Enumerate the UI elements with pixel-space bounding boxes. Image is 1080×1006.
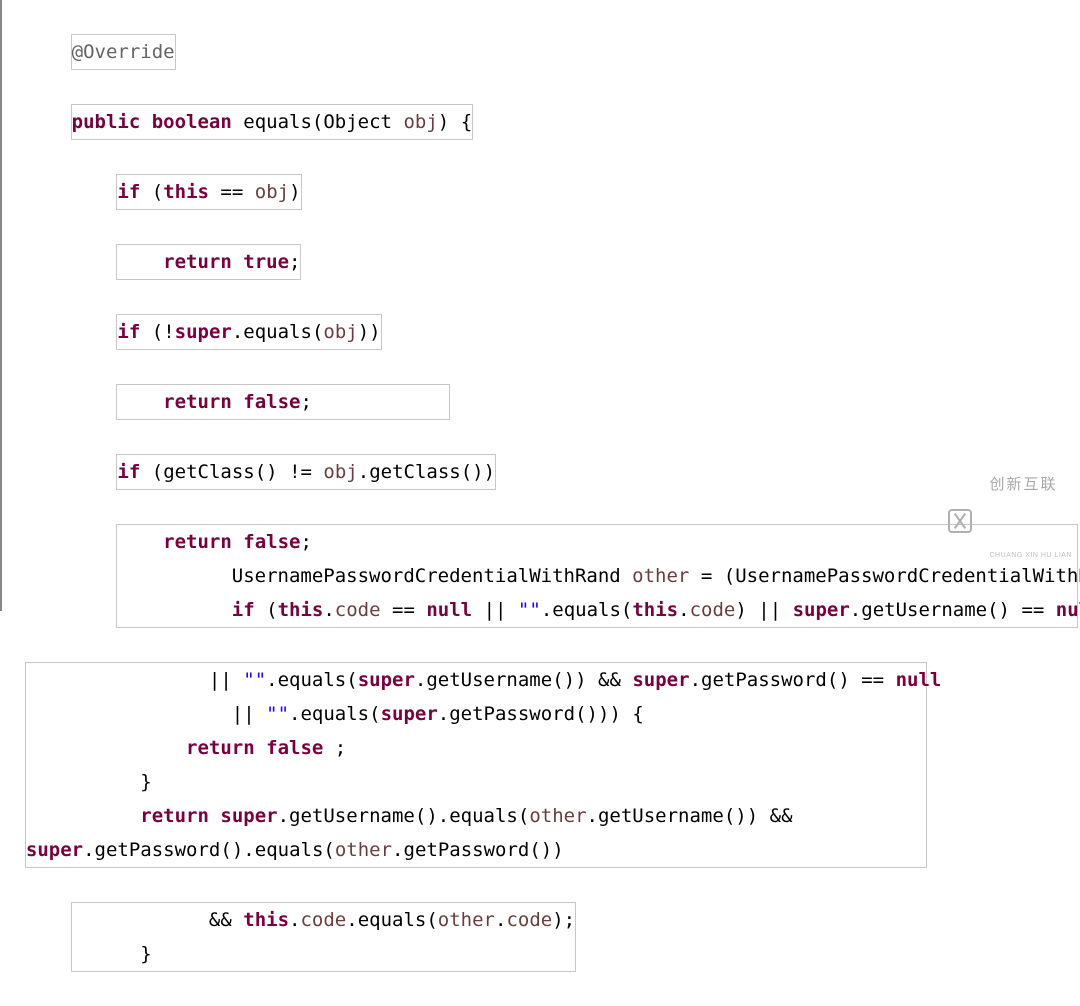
line-1: @Override [2, 34, 1080, 70]
line-2: public boolean equals(Object obj) { [2, 104, 1080, 140]
watermark-logo-icon [948, 509, 972, 533]
line-11: || "".equals(super.getUsername()) && sup… [2, 662, 1080, 868]
watermark-sub: CHUANG XIN HU LIAN [989, 552, 1072, 559]
line-7: if (getClass() != obj.getClass()) [2, 454, 1080, 490]
line-6: return false; [2, 384, 1080, 420]
line-8: return false; UsernamePasswordCredential… [2, 524, 1080, 628]
watermark-text: 创新互联 [989, 476, 1057, 493]
code-snippet: @Override public boolean equals(Object o… [0, 0, 1080, 611]
annotation-override: @Override [72, 41, 175, 63]
line-3: if (this == obj) [2, 174, 1080, 210]
line-4: return true; [2, 244, 1080, 280]
line-5: if (!super.equals(obj)) [2, 314, 1080, 350]
watermark: 创新互联 CHUANG XIN HU LIAN [948, 434, 1072, 607]
line-17: && this.code.equals(other.code); } [2, 902, 1080, 972]
